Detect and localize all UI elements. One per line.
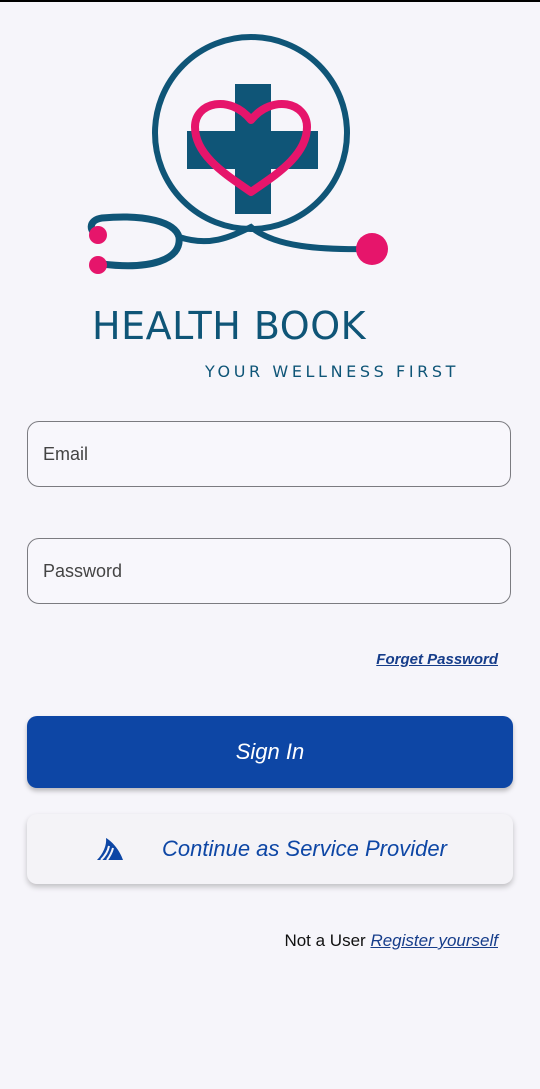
top-border — [0, 0, 540, 2]
service-provider-label: Continue as Service Provider — [162, 836, 447, 861]
password-field-container — [27, 538, 511, 604]
brand-tagline: YOUR WELLNESS FIRST — [205, 362, 460, 381]
service-provider-button[interactable]: Continue as Service Provider — [27, 814, 513, 884]
brand-title: HEALTH BOOK — [92, 304, 367, 348]
forgot-password-link[interactable]: Forget Password — [376, 651, 498, 668]
logo-stethoscope-heart-icon — [87, 34, 388, 274]
email-input[interactable] — [28, 422, 510, 486]
register-link[interactable]: Register yourself — [370, 931, 498, 950]
email-field-container — [27, 421, 511, 487]
sign-in-button[interactable]: Sign In — [27, 716, 513, 788]
register-prompt: Not a User — [284, 931, 371, 950]
shark-fin-icon — [97, 838, 123, 861]
register-row: Not a User Register yourself — [284, 931, 498, 951]
password-input[interactable] — [28, 539, 510, 603]
